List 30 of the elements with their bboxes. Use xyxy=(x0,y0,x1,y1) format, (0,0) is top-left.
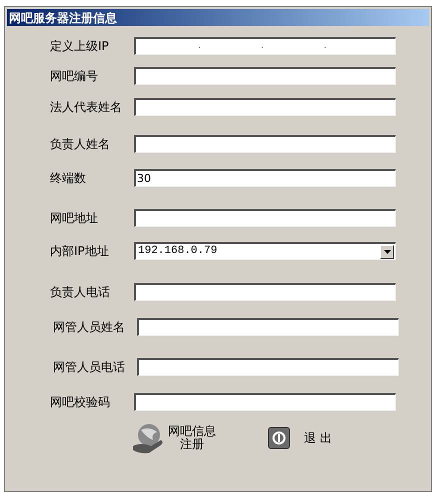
field-label: 定义上级IP xyxy=(50,38,110,55)
field-label: 网吧校验码 xyxy=(50,394,111,411)
ip-dropdown[interactable]: 192.168.0.79 xyxy=(134,242,396,260)
text-field[interactable] xyxy=(134,98,396,116)
text-field[interactable]: 30 xyxy=(134,169,396,187)
ip-separator: . xyxy=(324,40,327,53)
power-icon xyxy=(268,427,290,449)
field-label: 网管人员姓名 xyxy=(53,319,126,336)
field-label: 内部IP地址 xyxy=(50,243,110,260)
register-button[interactable]: 网吧信息 注册 xyxy=(131,422,216,454)
ip-separator: . xyxy=(198,40,201,53)
field-label: 网吧编号 xyxy=(50,68,99,85)
ip-separator: . xyxy=(260,40,264,53)
text-field[interactable] xyxy=(137,358,399,376)
text-field[interactable] xyxy=(134,209,396,227)
ip-address-field[interactable]: . . . xyxy=(134,37,396,55)
window-title: 网吧服务器注册信息 xyxy=(9,10,117,26)
field-label: 负责人电话 xyxy=(50,284,111,301)
text-field[interactable] xyxy=(137,318,399,336)
field-label: 网吧地址 xyxy=(50,210,99,227)
field-label: 终端数 xyxy=(50,170,87,187)
exit-button[interactable]: 退 出 xyxy=(268,427,332,449)
text-field[interactable] xyxy=(134,67,396,85)
globe-hand-icon xyxy=(131,422,165,454)
text-field[interactable] xyxy=(134,393,396,411)
field-label: 负责人姓名 xyxy=(50,136,111,153)
text-field[interactable] xyxy=(134,283,396,301)
text-field[interactable] xyxy=(134,135,396,153)
field-label: 法人代表姓名 xyxy=(50,99,123,116)
field-label: 网管人员电话 xyxy=(53,359,126,376)
